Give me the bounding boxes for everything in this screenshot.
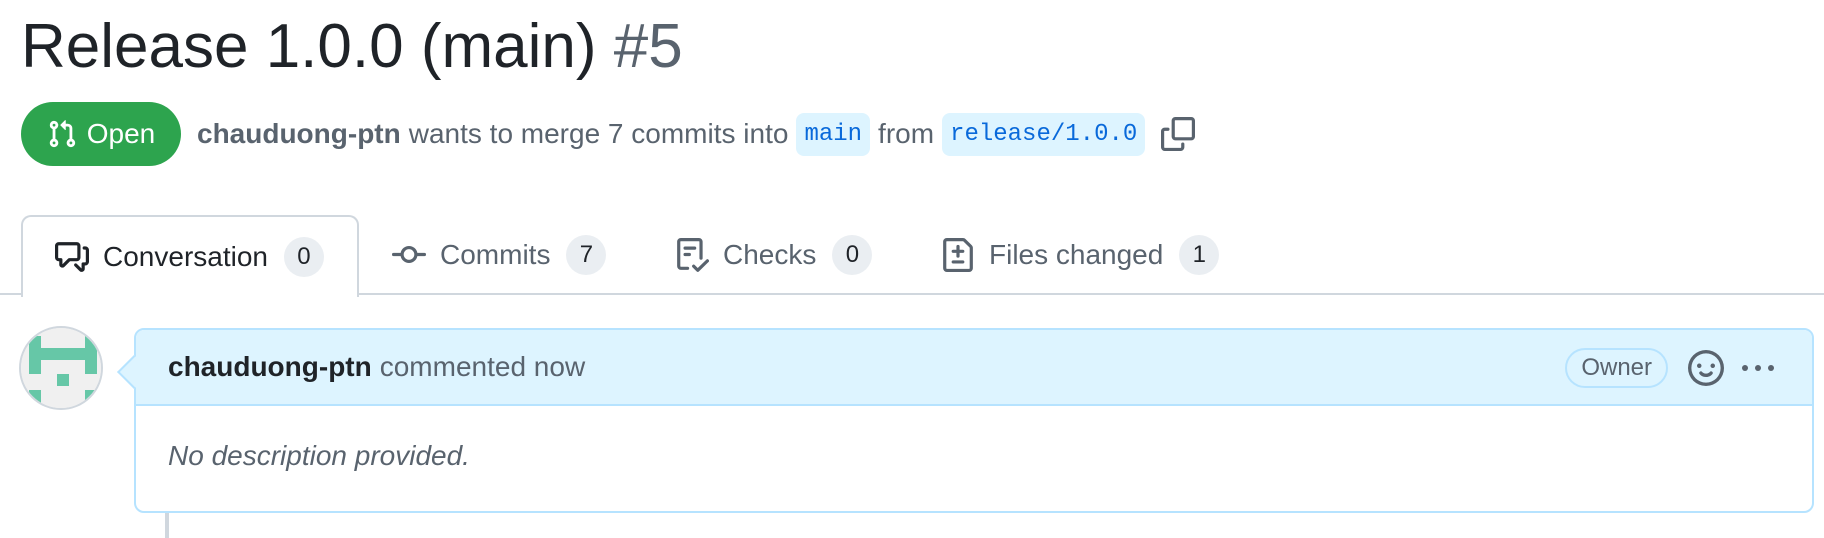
comment-arrow (117, 355, 151, 389)
base-branch[interactable]: main (796, 112, 871, 156)
pr-state-badge: Open (21, 102, 181, 166)
from-text: from (878, 118, 935, 149)
smiley-icon[interactable] (1688, 350, 1724, 386)
tab-commits-count: 7 (566, 235, 607, 275)
identicon-icon (21, 328, 101, 408)
tab-checks[interactable]: Checks 0 (675, 215, 873, 295)
tab-commits[interactable]: Commits 7 (392, 215, 607, 295)
pr-author-link[interactable]: chauduong-ptn (197, 118, 401, 150)
tab-files-changed[interactable]: Files changed 1 (941, 215, 1220, 295)
file-diff-icon (943, 238, 973, 272)
comment-box: chauduong-ptn commented now Owner No des… (117, 328, 1814, 513)
tab-checks-label: Checks (723, 239, 817, 270)
pr-state-label: Open (86, 118, 156, 149)
tab-files-changed-count: 1 (1179, 235, 1220, 275)
pr-tabs: Conversation 0 Commits 7 Checks 0 Files … (0, 215, 1824, 297)
comment-discussion-icon (55, 242, 89, 272)
comment-action[interactable]: commented now (380, 351, 585, 383)
pr-meta: Open chauduong-ptn wants to merge 7 comm… (21, 102, 1196, 166)
pr-title: Release 1.0.0 (main) #5 (21, 8, 683, 86)
pr-title-text: Release 1.0.0 (main) (21, 12, 597, 81)
comment-body: No description provided. (168, 440, 470, 471)
avatar[interactable] (19, 326, 103, 410)
tab-conversation[interactable]: Conversation 0 (21, 215, 359, 297)
copy-icon[interactable] (1161, 117, 1196, 151)
head-branch[interactable]: release/1.0.0 (942, 112, 1146, 156)
owner-badge: Owner (1565, 348, 1668, 388)
tab-files-changed-label: Files changed (989, 239, 1164, 270)
git-pull-request-icon (49, 120, 75, 148)
tab-conversation-count: 0 (283, 237, 324, 277)
kebab-horizontal-icon[interactable] (1740, 360, 1776, 376)
comment-header: chauduong-ptn commented now Owner (117, 330, 1812, 406)
comment-author-link[interactable]: chauduong-ptn (168, 351, 372, 383)
tab-conversation-label: Conversation (103, 241, 268, 272)
git-commit-icon (392, 245, 426, 263)
tab-checks-count: 0 (832, 235, 873, 275)
timeline-line (165, 513, 169, 538)
pr-number: #5 (613, 12, 683, 81)
checklist-icon (677, 238, 709, 272)
tab-commits-label: Commits (440, 239, 551, 270)
merge-text: wants to merge 7 commits into (408, 118, 789, 149)
pr-merge-summary: chauduong-ptn wants to merge 7 commits i… (197, 112, 1196, 156)
